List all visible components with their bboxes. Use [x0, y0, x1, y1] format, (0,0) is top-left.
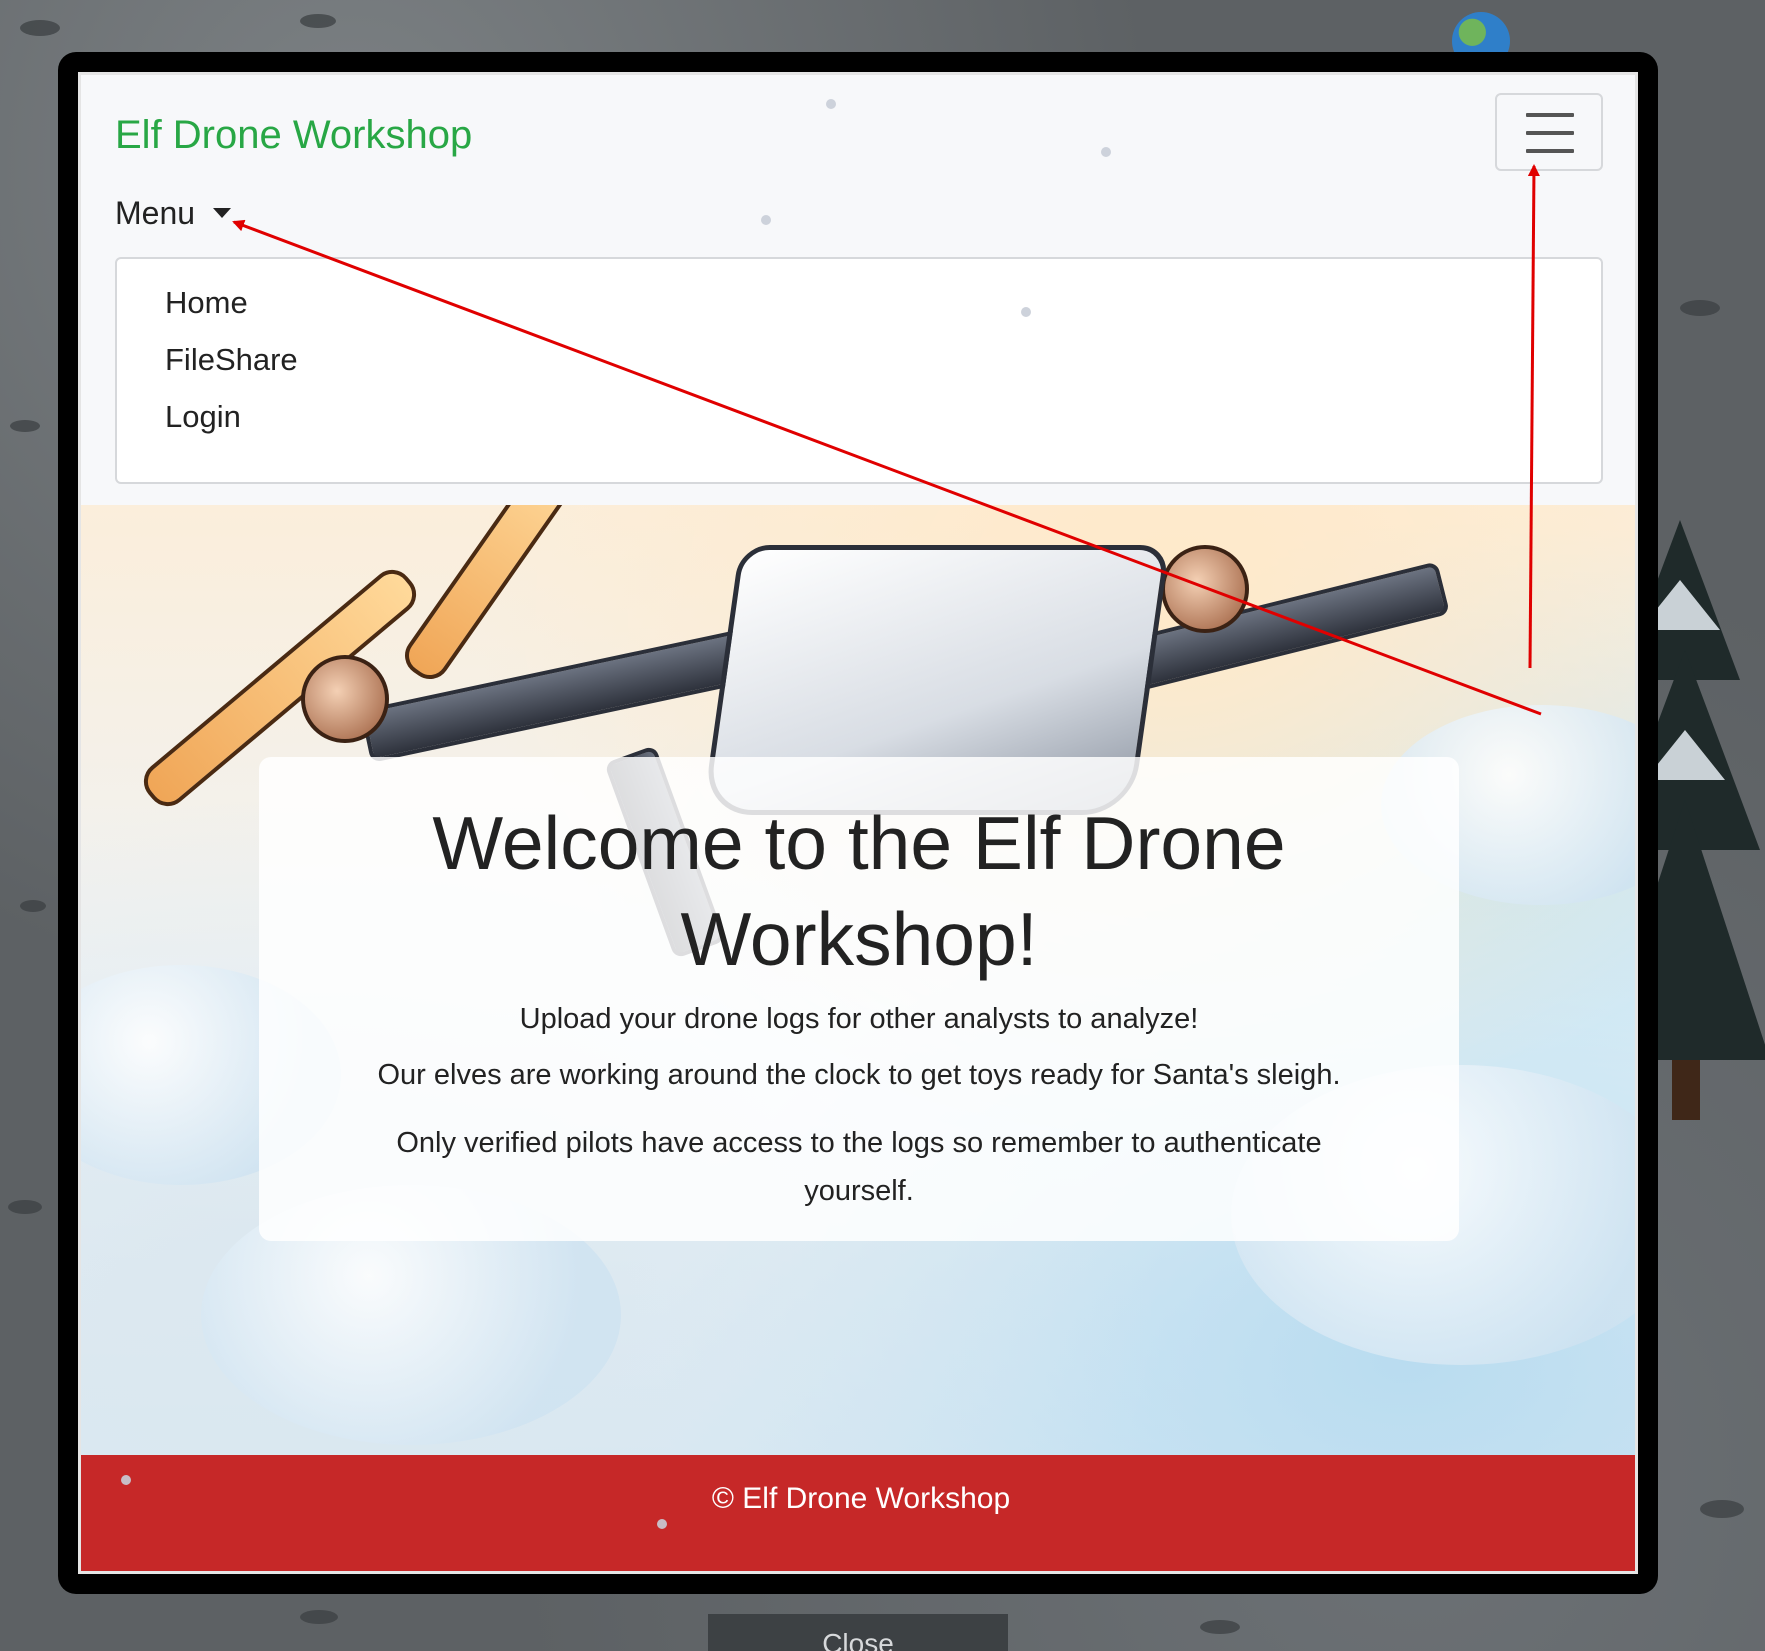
stone — [300, 14, 336, 28]
drone-motor — [1161, 545, 1249, 633]
footer-text: © Elf Drone Workshop — [711, 1482, 1011, 1515]
stone — [10, 420, 40, 432]
hamburger-icon — [1526, 149, 1574, 153]
menu-item-fileshare[interactable]: FileShare — [165, 342, 298, 378]
stone — [300, 1610, 338, 1624]
close-button[interactable]: Close — [708, 1614, 1008, 1651]
stone — [1680, 300, 1720, 316]
modal-content: Elf Drone Workshop Menu Home FileShare L… — [78, 72, 1638, 1574]
hero-line-1: Upload your drone logs for other analyst… — [519, 1003, 1199, 1035]
menu-label: Menu — [115, 195, 196, 231]
stone — [8, 1200, 42, 1214]
footer: © Elf Drone Workshop — [81, 1455, 1635, 1571]
hero-title: Welcome to the Elf Drone Workshop! — [432, 801, 1286, 981]
menu-item-home[interactable]: Home — [165, 285, 248, 321]
snowflake — [761, 215, 771, 225]
drone-propeller — [397, 505, 583, 687]
caret-down-icon — [213, 207, 232, 218]
snowflake — [657, 1519, 667, 1529]
drone-motor — [301, 655, 389, 743]
stone — [1700, 1500, 1744, 1518]
hamburger-icon — [1526, 131, 1574, 135]
navbar-toggler[interactable] — [1495, 93, 1603, 171]
navbar-brand[interactable]: Elf Drone Workshop — [115, 113, 472, 158]
navbar: Elf Drone Workshop Menu Home FileShare L… — [81, 75, 1635, 505]
snowflake — [1101, 147, 1111, 157]
hero-card: Welcome to the Elf Drone Workshop! Uploa… — [259, 757, 1459, 1241]
stone — [20, 900, 46, 912]
hero-line-3: Only verified pilots have access to the … — [396, 1127, 1322, 1207]
menu-dropdown-toggle[interactable]: Menu — [115, 195, 232, 232]
stone — [1200, 1620, 1240, 1634]
dropdown-menu: Home FileShare Login — [115, 257, 1603, 484]
hero-section: Welcome to the Elf Drone Workshop! Uploa… — [81, 505, 1635, 1455]
hero-line-2: Our elves are working around the clock t… — [377, 1059, 1341, 1091]
menu-item-login[interactable]: Login — [165, 399, 241, 435]
stone — [20, 20, 60, 36]
snowflake — [121, 1475, 131, 1485]
tree-trunk — [1672, 1060, 1700, 1120]
snowflake — [826, 99, 836, 109]
hamburger-icon — [1526, 113, 1574, 117]
snowflake — [1021, 307, 1031, 317]
